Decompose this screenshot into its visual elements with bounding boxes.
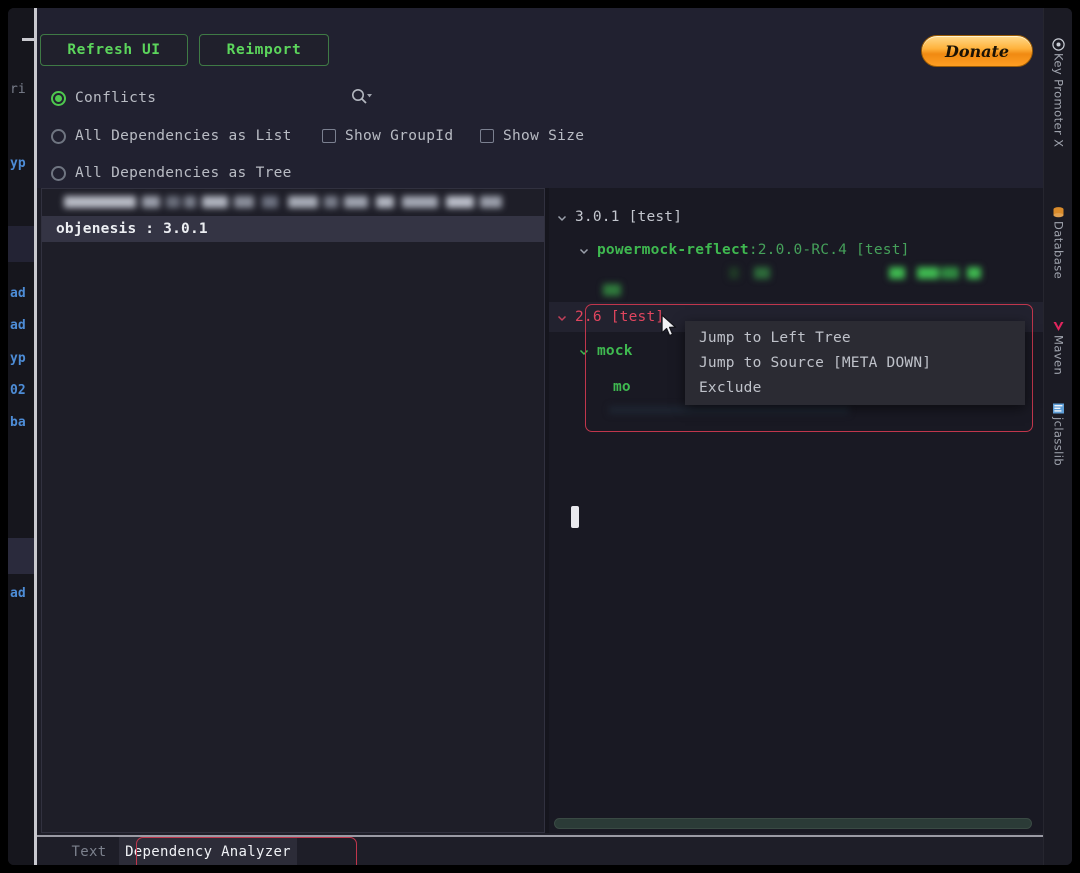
radio-all-dependencies-as-tree[interactable]: All Dependencies as Tree [51, 165, 292, 181]
tree-row[interactable]: 3.0.1 [test] [549, 202, 1043, 232]
editor-text-fragment: ba [10, 415, 26, 430]
database-icon [1052, 204, 1065, 218]
editor-text-fragment: ad [10, 586, 26, 601]
menu-item-exclude[interactable]: Exclude [685, 375, 1025, 400]
menu-item-jump-to-left-tree[interactable]: Jump to Left Tree [685, 325, 1025, 350]
donate-label: Donate [944, 41, 1010, 61]
tree-node-version: 2.0.0-RC.4 [test] [757, 242, 910, 258]
editor-edge-tick [22, 38, 36, 41]
tree-row[interactable]: powermock-reflect : 2.0.0-RC.4 [test] [549, 235, 1043, 265]
dependency-tree-panel[interactable]: 3.0.1 [test] powermock-reflect : 2.0.0-R… [549, 188, 1043, 833]
horizontal-scrollbar-thumb[interactable] [554, 818, 1032, 829]
dependency-analyzer-panel: Refresh UI Reimport Donate Conflicts All… [37, 8, 1043, 865]
bottom-tab-bar: Text Dependency Analyzer [37, 835, 1043, 865]
tool-window-label: Database [1051, 221, 1066, 280]
splitter-grip[interactable] [571, 506, 579, 528]
tree-node-label: mo [613, 379, 631, 395]
conflicts-list-panel[interactable]: objenesis : 3.0.1 [41, 188, 545, 833]
radio-label-tree: All Dependencies as Tree [75, 165, 292, 181]
radio-indicator-list[interactable] [51, 128, 66, 144]
blurred-tree-row [549, 403, 1043, 421]
blurred-tree-row [549, 281, 1043, 299]
tool-window-label: Key Promoter X [1051, 53, 1066, 148]
tool-window-maven[interactable]: Maven [1044, 318, 1072, 375]
horizontal-scrollbar[interactable] [554, 818, 1040, 829]
refresh-ui-label: Refresh UI [67, 42, 161, 58]
radio-indicator-conflicts[interactable] [51, 90, 66, 106]
maven-icon [1052, 318, 1065, 331]
checkbox-show-groupid[interactable]: Show GroupId [322, 128, 453, 144]
list-item-label: objenesis : 3.0.1 [56, 221, 208, 237]
checkbox-label-size: Show Size [503, 128, 585, 144]
blurred-list-row [42, 193, 544, 211]
editor-text-fragment: ad [10, 286, 26, 301]
chevron-down-icon[interactable] [555, 310, 569, 324]
tree-node-label: 3.0.1 [test] [575, 209, 683, 225]
tab-dependency-analyzer[interactable]: Dependency Analyzer [119, 837, 297, 865]
chevron-down-icon[interactable] [577, 243, 591, 257]
tab-text[interactable]: Text [61, 837, 117, 865]
context-menu[interactable]: Jump to Left Tree Jump to Source [META D… [685, 321, 1025, 405]
toolbar: Refresh UI Reimport Donate Conflicts All… [37, 8, 1043, 188]
tree-node-label: mock [597, 343, 633, 359]
checkbox-label-groupid: Show GroupId [345, 128, 454, 144]
tool-window-database[interactable]: Database [1044, 204, 1072, 279]
editor-text-fragment: yp [10, 351, 26, 366]
donate-button[interactable]: Donate [921, 35, 1033, 67]
key-promoter-icon [1052, 36, 1065, 51]
ide-window: ri yp ad ad yp 02 ba ad Refresh UI Reimport Don… [8, 8, 1072, 865]
tool-window-label: Maven [1051, 335, 1066, 376]
tree-node-label: 2.6 [test] [575, 309, 665, 325]
reimport-button[interactable]: Reimport [199, 34, 329, 66]
screen: ri yp ad ad yp 02 ba ad Refresh UI Reimport Don… [0, 0, 1080, 873]
checkbox-show-size[interactable]: Show Size [480, 128, 584, 144]
editor-text-fragment: 02 [10, 383, 26, 398]
jclasslib-icon [1052, 400, 1065, 414]
radio-label-conflicts: Conflicts [75, 90, 157, 106]
menu-item-jump-to-source[interactable]: Jump to Source [META DOWN] [685, 350, 1025, 375]
right-tool-window-bar: Key Promoter X Database Maven jclasslib [1043, 8, 1072, 865]
search-icon[interactable] [347, 84, 377, 110]
tree-node-artifact: powermock-reflect [597, 242, 749, 258]
chevron-down-icon[interactable] [577, 344, 591, 358]
tool-window-jclasslib[interactable]: jclasslib [1044, 400, 1072, 466]
editor-text-fragment: ad [10, 318, 26, 333]
tool-window-label: jclasslib [1051, 417, 1066, 467]
refresh-ui-button[interactable]: Refresh UI [40, 34, 188, 66]
tool-window-key-promoter-x[interactable]: Key Promoter X [1044, 36, 1072, 147]
blurred-tree-row [549, 264, 1043, 282]
radio-indicator-tree[interactable] [51, 165, 66, 181]
chevron-down-icon[interactable] [555, 210, 569, 224]
editor-text-fragment: yp [10, 156, 26, 171]
radio-conflicts[interactable]: Conflicts [51, 90, 156, 106]
checkbox-indicator-groupid[interactable] [322, 129, 336, 143]
tree-node-separator: : [748, 242, 758, 258]
list-item[interactable]: objenesis : 3.0.1 [42, 216, 544, 242]
reimport-label: Reimport [226, 42, 302, 58]
editor-text-fragment: ri [10, 82, 26, 97]
radio-label-list: All Dependencies as List [75, 128, 292, 144]
checkbox-indicator-size[interactable] [480, 129, 494, 143]
radio-all-dependencies-as-list[interactable]: All Dependencies as List [51, 128, 292, 144]
